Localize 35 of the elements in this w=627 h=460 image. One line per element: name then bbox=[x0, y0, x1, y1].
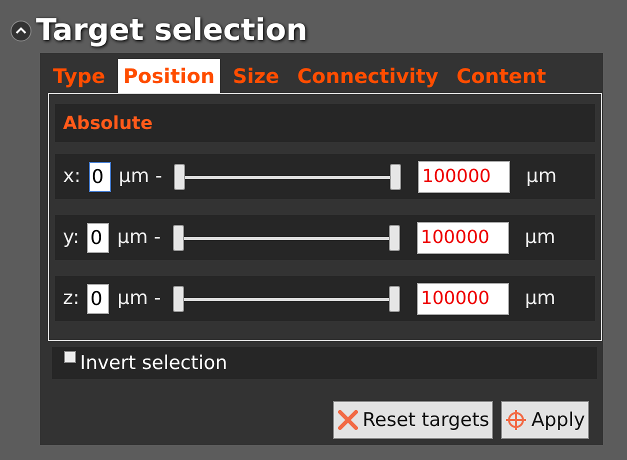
tab[interactable]: Type bbox=[48, 59, 110, 93]
tab[interactable]: Content bbox=[451, 59, 552, 93]
tab[interactable]: Position bbox=[118, 59, 220, 93]
max-value-field[interactable]: 100000 bbox=[416, 222, 509, 254]
slider-handle[interactable] bbox=[172, 224, 184, 250]
tab[interactable]: Connectivity bbox=[292, 59, 444, 93]
checkbox-label: Invert selection bbox=[80, 350, 228, 376]
reset-button[interactable]: Reset targets bbox=[332, 401, 494, 439]
max-value-field[interactable]: 100000 bbox=[416, 282, 509, 314]
slider-handle[interactable] bbox=[388, 224, 400, 250]
unit-label: µm bbox=[526, 164, 557, 190]
invert-checkbox[interactable] bbox=[64, 351, 76, 363]
close-icon bbox=[336, 409, 359, 431]
section-title: Absolute bbox=[55, 104, 595, 142]
panel-title: Target selection bbox=[36, 16, 308, 46]
min-value-field[interactable]: 0 bbox=[87, 222, 110, 252]
unit-label: µm - bbox=[118, 164, 162, 190]
slider-handle[interactable] bbox=[174, 164, 186, 190]
slider-handle[interactable] bbox=[390, 164, 402, 190]
max-value-field[interactable]: 100000 bbox=[418, 160, 510, 192]
min-value-field[interactable]: 0 bbox=[87, 284, 110, 314]
slider-handle[interactable] bbox=[172, 286, 184, 312]
axis-label: x: bbox=[63, 164, 81, 190]
unit-label: µm - bbox=[117, 225, 161, 250]
unit-label: µm bbox=[524, 286, 556, 312]
crosshair-icon bbox=[505, 409, 528, 431]
axis-label: z: bbox=[63, 286, 80, 312]
min-value-field[interactable]: 0 bbox=[88, 162, 111, 192]
axis-label: y: bbox=[63, 225, 80, 250]
slider-handle[interactable] bbox=[388, 286, 400, 312]
tab[interactable]: Size bbox=[228, 59, 284, 93]
unit-label: µm bbox=[524, 225, 556, 250]
apply-button[interactable]: Apply bbox=[501, 401, 589, 439]
collapse-toggle-icon[interactable] bbox=[10, 20, 32, 42]
unit-label: µm - bbox=[117, 286, 161, 312]
